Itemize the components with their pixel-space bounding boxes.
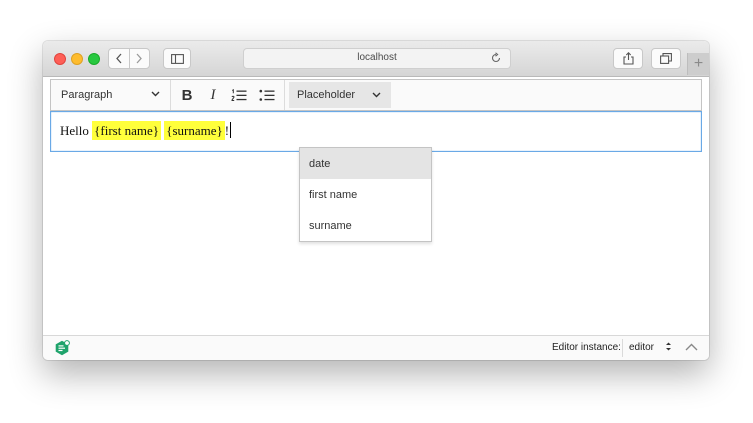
rich-text-editor: Paragraph B I Placeholder Hello {first n… [50,79,702,242]
close-window-button[interactable] [54,53,66,65]
chevron-left-icon [115,53,122,64]
toolbar-separator [284,80,285,110]
dropdown-item-surname[interactable]: surname [300,210,431,241]
forward-button[interactable] [128,49,150,68]
sidebar-toggle-button[interactable] [163,48,191,69]
editor-toolbar: Paragraph B I Placeholder [50,79,702,111]
italic-button[interactable]: I [201,80,225,110]
placeholder-first-name[interactable]: {first name} [92,121,161,140]
content-text: Hello [60,123,89,138]
bold-button[interactable]: B [173,80,201,110]
chevron-down-icon [372,92,381,98]
text-caret [230,122,232,138]
bulleted-list-button[interactable] [253,80,281,110]
back-button[interactable] [109,49,129,68]
browser-titlebar: localhost + [43,41,709,77]
chevron-up-icon[interactable] [685,343,698,351]
navigation-buttons [108,48,150,69]
dropdown-item-date[interactable]: date [300,148,431,179]
editor-content[interactable]: Hello {first name} {surname}! [50,111,702,152]
tabs-overview-button[interactable] [651,48,681,69]
heading-dropdown-label: Paragraph [61,89,113,101]
content-text-end: ! [224,123,230,138]
new-tab-button[interactable]: + [687,53,709,75]
numbered-list-icon [231,88,247,101]
placeholder-dropdown-label: Placeholder [297,89,356,101]
placeholder-dropdown-menu: date first name surname [299,147,432,242]
editor-inspector-bar: Editor instance: editor [43,335,709,360]
bulleted-list-icon [259,89,275,101]
address-url: localhost [357,52,397,63]
reload-icon[interactable] [490,52,502,64]
inspector-logo-icon [55,340,70,356]
share-icon [622,52,634,65]
zoom-window-button[interactable] [88,53,100,65]
chevron-down-icon [151,91,160,97]
placeholder-dropdown-button[interactable]: Placeholder [289,82,391,108]
numbered-list-button[interactable] [225,80,253,110]
editor-instance-select[interactable]: editor [622,339,676,357]
editor-instance-value: editor [629,342,655,353]
dropdown-item-first-name[interactable]: first name [300,179,431,210]
address-bar[interactable]: localhost [243,48,511,69]
select-arrows-icon [666,342,671,351]
heading-dropdown[interactable]: Paragraph [51,80,171,110]
tabs-icon [660,53,672,64]
minimize-window-button[interactable] [71,53,83,65]
sidebar-icon [170,53,184,64]
editor-instance-label: Editor instance: [552,342,621,353]
chevron-right-icon [136,53,143,64]
share-button[interactable] [613,48,643,69]
browser-window: localhost + Paragraph B I Placeholder He… [43,41,709,360]
placeholder-surname[interactable]: {surname} [164,121,225,140]
